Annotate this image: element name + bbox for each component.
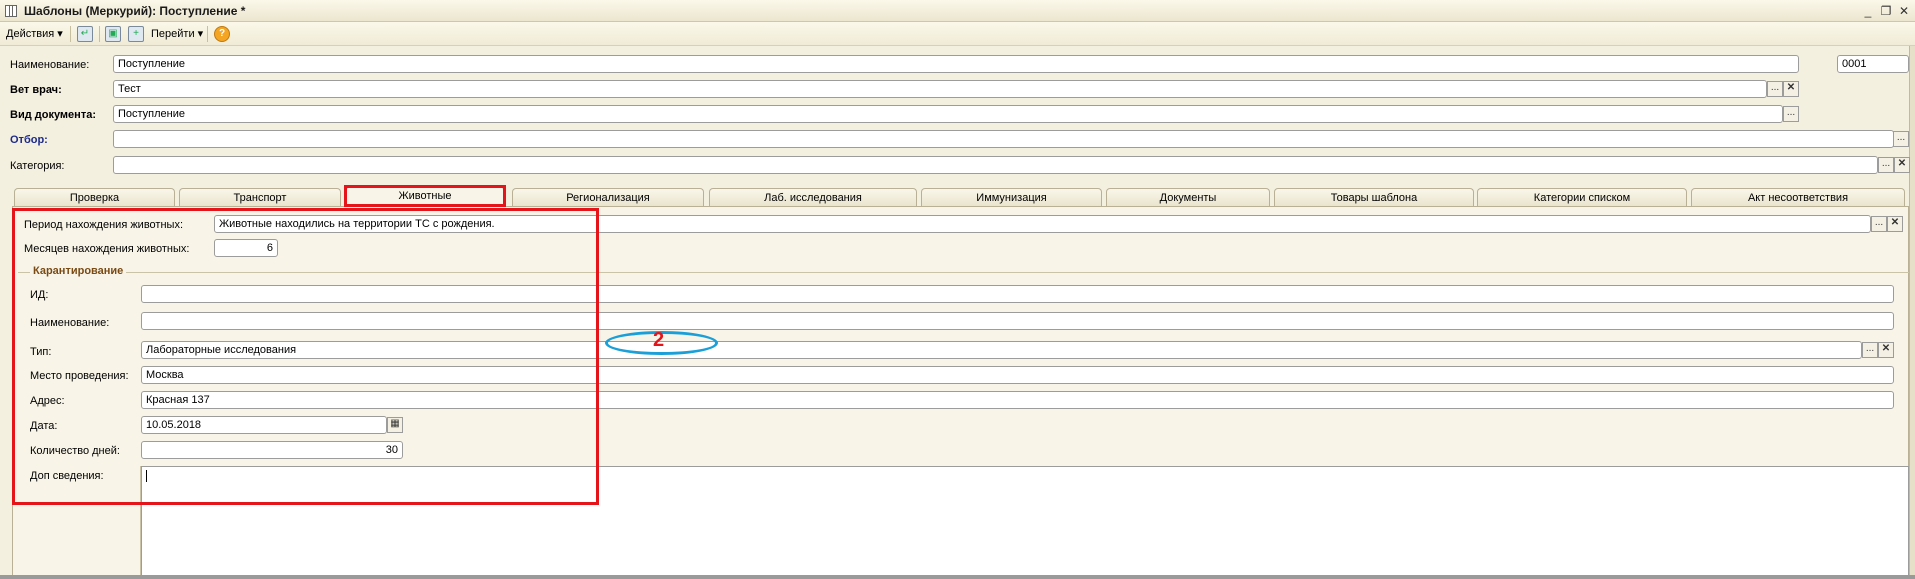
minimize-icon[interactable]: _ xyxy=(1859,3,1877,19)
doctype-select-button[interactable]: ... xyxy=(1783,106,1799,122)
category-select-button[interactable]: ... xyxy=(1878,157,1894,173)
tab-check[interactable]: Проверка xyxy=(14,188,175,207)
tab-template-goods[interactable]: Товары шаблона xyxy=(1274,188,1474,207)
vet-select-button[interactable]: ... xyxy=(1767,81,1783,97)
window-icon xyxy=(5,5,17,17)
category-label: Категория: xyxy=(10,160,65,172)
annotation-tab-highlight xyxy=(344,185,506,207)
goto-label: Перейти xyxy=(151,28,195,40)
tab-categories-list[interactable]: Категории списком xyxy=(1477,188,1687,207)
filter-label[interactable]: Отбор: xyxy=(10,134,48,146)
annotation-number: 2 xyxy=(653,329,665,351)
tab-transport[interactable]: Транспорт xyxy=(179,188,341,207)
toolbar: Действия ▾ ↵ ▣ + Перейти ▾ ? xyxy=(0,22,1915,46)
goto-menu[interactable]: Перейти ▾ xyxy=(151,27,203,40)
actions-menu[interactable]: Действия ▾ xyxy=(6,27,63,40)
type-clear-button[interactable]: ✕ xyxy=(1878,342,1894,358)
toolbar-separator xyxy=(99,26,100,42)
category-clear-button[interactable]: ✕ xyxy=(1894,157,1910,173)
name-field[interactable]: Поступление xyxy=(113,55,1799,73)
tab-regionalization[interactable]: Регионализация xyxy=(512,188,704,207)
period-clear-button[interactable]: ✕ xyxy=(1887,216,1903,232)
vet-field[interactable]: Тест xyxy=(113,80,1767,98)
tab-documents[interactable]: Документы xyxy=(1106,188,1270,207)
name-label: Наименование: xyxy=(10,59,90,71)
title-bar: Шаблоны (Меркурий): Поступление * _ ❐ ✕ xyxy=(0,0,1915,22)
doctype-field[interactable]: Поступление xyxy=(113,105,1783,123)
code-field[interactable]: 0001 xyxy=(1837,55,1909,73)
vet-label: Вет врач: xyxy=(10,84,62,96)
restore-icon[interactable]: ❐ xyxy=(1877,3,1895,19)
annotation-box xyxy=(12,208,599,505)
window-title: Шаблоны (Меркурий): Поступление * xyxy=(24,4,246,18)
tab-immunization[interactable]: Иммунизация xyxy=(921,188,1102,207)
toolbar-separator xyxy=(70,26,71,42)
write-back-icon[interactable]: ↵ xyxy=(77,26,93,42)
close-icon[interactable]: ✕ xyxy=(1895,3,1913,19)
scrollbar[interactable] xyxy=(1909,46,1915,579)
help-icon[interactable]: ? xyxy=(214,26,230,42)
tab-lab-research[interactable]: Лаб. исследования xyxy=(709,188,917,207)
type-select-button[interactable]: ... xyxy=(1862,342,1878,358)
save-icon[interactable]: ▣ xyxy=(105,26,121,42)
vet-clear-button[interactable]: ✕ xyxy=(1783,81,1799,97)
filter-select-button[interactable]: ... xyxy=(1893,131,1909,147)
toolbar-separator xyxy=(207,26,208,42)
period-select-button[interactable]: ... xyxy=(1871,216,1887,232)
copy-icon[interactable]: + xyxy=(128,26,144,42)
window-bottom-border xyxy=(0,575,1915,579)
doctype-label: Вид документа: xyxy=(10,109,96,121)
tab-nonconformity-act[interactable]: Акт несоответствия xyxy=(1691,188,1905,207)
category-field[interactable] xyxy=(113,156,1878,174)
actions-label: Действия xyxy=(6,28,55,40)
filter-field[interactable] xyxy=(113,130,1894,148)
